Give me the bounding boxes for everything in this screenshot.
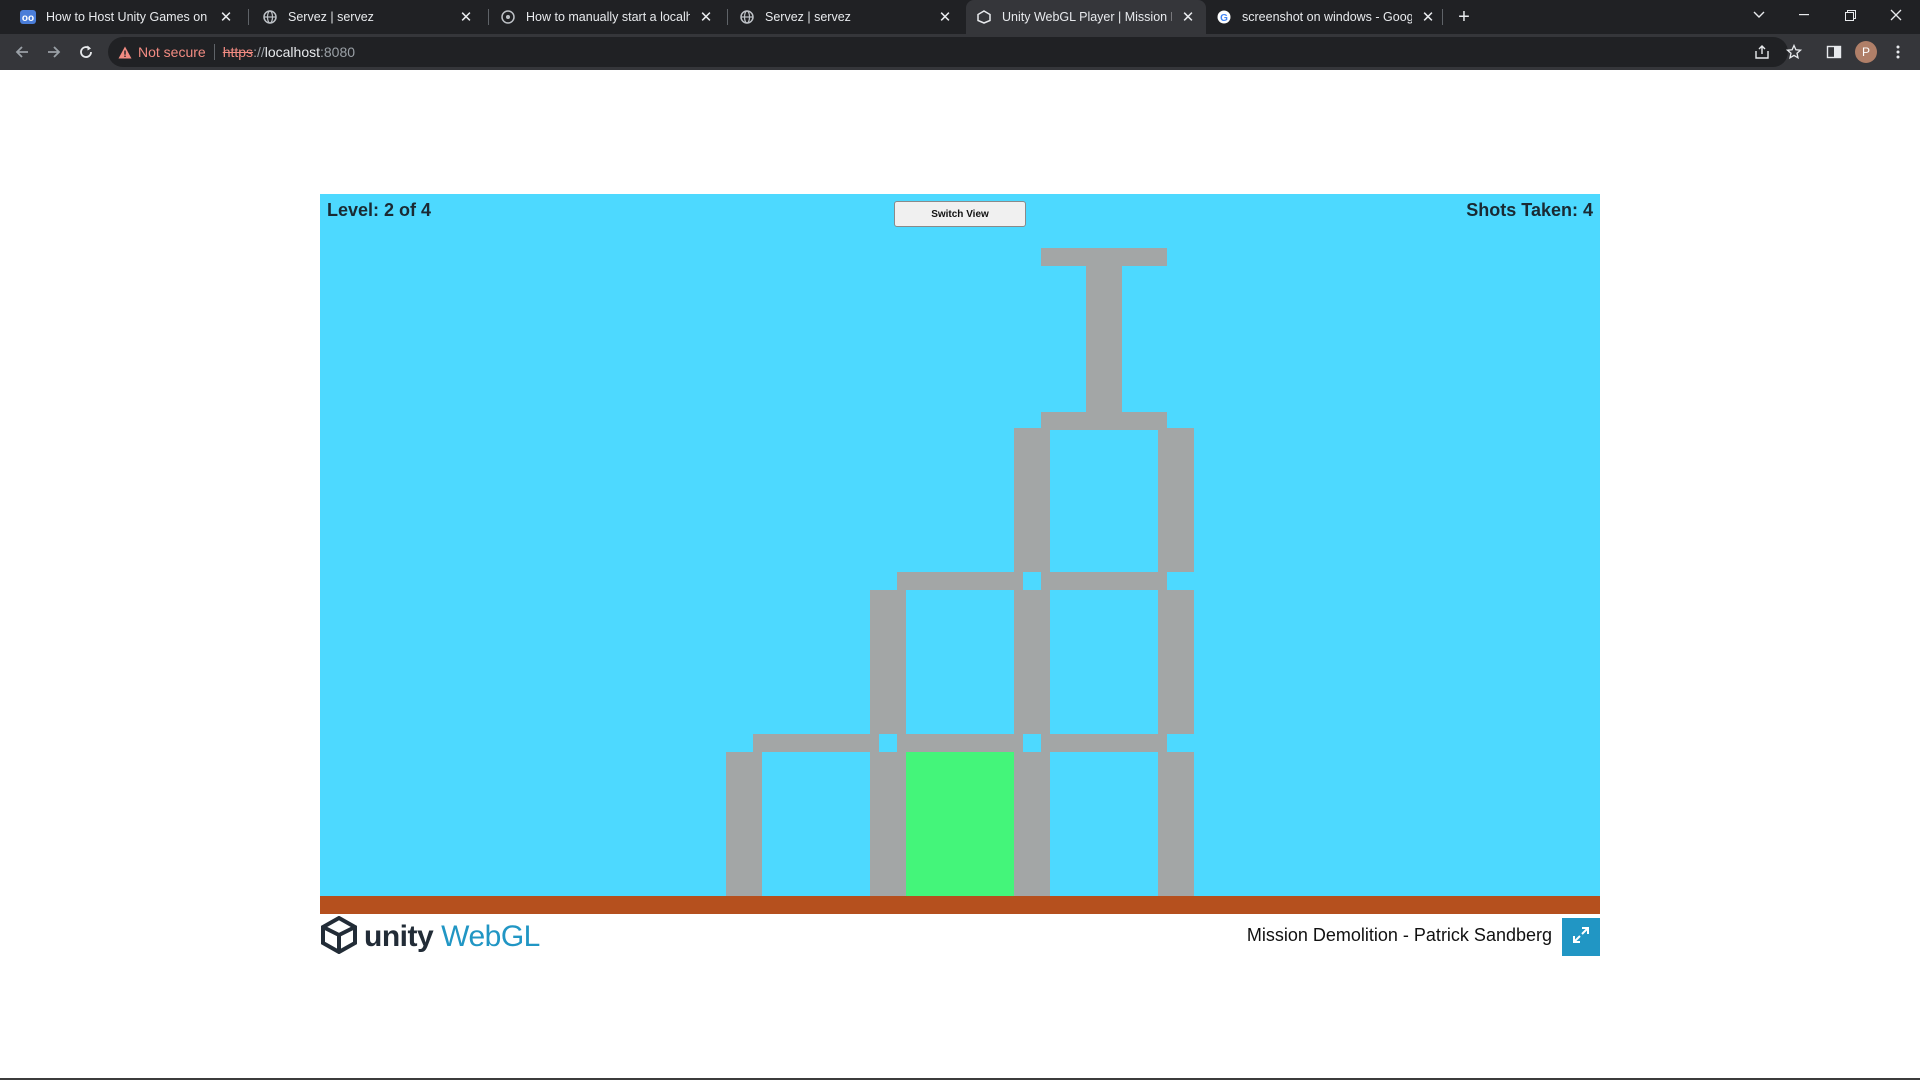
- close-icon[interactable]: ✕: [218, 9, 234, 26]
- unity-game-canvas[interactable]: Level: 2 of 4 Shots Taken: 4 Switch View: [320, 194, 1600, 914]
- castle-block-pillar: [1158, 590, 1194, 734]
- castle-block-pillar: [870, 590, 906, 734]
- castle-block-pillar: [1014, 590, 1050, 734]
- forward-button[interactable]: [40, 38, 68, 66]
- close-icon[interactable]: ✕: [937, 9, 953, 26]
- globe-icon: [262, 9, 278, 25]
- tab-title: Servez | servez: [288, 10, 374, 24]
- browser-toolbar: Not secure https://localhost:8080: [0, 34, 1920, 70]
- unity-logo-word: unity: [364, 920, 434, 953]
- unity-logo-icon: [320, 915, 358, 959]
- menu-kebab-icon[interactable]: [1884, 38, 1912, 66]
- back-button[interactable]: [8, 38, 36, 66]
- svg-text:G: G: [1220, 13, 1228, 24]
- url-scheme: https: [222, 44, 254, 60]
- close-icon[interactable]: ✕: [698, 9, 714, 26]
- tab-search-icon[interactable]: [1736, 0, 1782, 30]
- close-icon[interactable]: ✕: [1420, 9, 1436, 26]
- castle-block-plank: [897, 572, 1023, 590]
- close-icon[interactable]: ✕: [1180, 9, 1196, 26]
- tab-title: Unity WebGL Player | Mission De: [1002, 10, 1172, 24]
- tab-google-search[interactable]: G screenshot on windows - Google ✕: [1206, 0, 1446, 34]
- castle-block-pillar: [870, 752, 906, 896]
- shots-taken-counter: Shots Taken: 4: [1466, 200, 1593, 220]
- bookmark-star-icon[interactable]: [1780, 38, 1808, 66]
- castle-block-plank: [753, 734, 879, 752]
- infinity-icon: oo: [20, 9, 36, 25]
- close-icon[interactable]: ✕: [458, 9, 474, 26]
- restore-button[interactable]: [1827, 0, 1873, 30]
- castle-block-plank: [1041, 734, 1167, 752]
- tab-manual-localhost[interactable]: How to manually start a localhost ✕: [490, 0, 724, 34]
- ground: [320, 896, 1600, 914]
- castle-block-plank: [897, 734, 1023, 752]
- globe-icon: [739, 9, 755, 25]
- tab-servez-2[interactable]: Servez | servez ✕: [729, 0, 963, 34]
- castle-block-top-cap: [1041, 248, 1167, 266]
- tab-title: How to Host Unity Games on the: [46, 10, 210, 24]
- warning-icon: [118, 46, 132, 59]
- castle-block-top-pillar: [1086, 266, 1122, 418]
- reload-button[interactable]: [72, 38, 100, 66]
- castle-block-pillar: [726, 752, 762, 896]
- share-icon[interactable]: [1748, 38, 1776, 66]
- security-status[interactable]: Not secure: [138, 44, 206, 60]
- url-port: :8080: [320, 44, 356, 60]
- unity-icon: [976, 9, 992, 25]
- close-window-button[interactable]: [1873, 0, 1919, 30]
- tab-unity-webgl-player[interactable]: Unity WebGL Player | Mission De ✕: [966, 0, 1206, 34]
- url-host: localhost: [264, 44, 320, 60]
- tab-servez-1[interactable]: Servez | servez ✕: [252, 0, 484, 34]
- profile-avatar[interactable]: P: [1855, 41, 1877, 63]
- svg-text:oo: oo: [22, 13, 34, 24]
- tab-title: screenshot on windows - Google: [1242, 10, 1412, 24]
- google-icon: G: [1216, 9, 1232, 25]
- castle-block-pillar: [1158, 752, 1194, 896]
- castle-block-plank: [1041, 412, 1167, 430]
- castle-block-plank: [1041, 572, 1167, 590]
- network-icon: [500, 9, 516, 25]
- browser-tab-strip: oo How to Host Unity Games on the ✕ Serv…: [0, 0, 1920, 34]
- tab-title: Servez | servez: [765, 10, 851, 24]
- webgl-logo-word: WebGL: [441, 920, 540, 953]
- side-panel-icon[interactable]: [1820, 38, 1848, 66]
- unity-webgl-logo: unity WebGL: [320, 915, 540, 959]
- expand-icon: [1572, 926, 1590, 949]
- minimize-button[interactable]: [1781, 0, 1827, 30]
- fullscreen-button[interactable]: [1562, 918, 1600, 956]
- new-tab-button[interactable]: +: [1452, 5, 1476, 29]
- address-bar[interactable]: Not secure https://localhost:8080: [108, 37, 1788, 67]
- url-scheme-separator: ://: [253, 44, 265, 60]
- castle-block-pillar: [1158, 428, 1194, 572]
- tab-title: How to manually start a localhost: [526, 10, 690, 24]
- goal-zone: [906, 752, 1014, 896]
- game-title: Mission Demolition - Patrick Sandberg: [1246, 925, 1552, 945]
- tab-host-unity-games[interactable]: oo How to Host Unity Games on the ✕: [10, 0, 244, 34]
- castle-block-pillar: [1014, 752, 1050, 896]
- level-indicator: Level: 2 of 4: [327, 200, 432, 220]
- switch-view-button[interactable]: Switch View: [894, 201, 1026, 227]
- castle-block-pillar: [1014, 428, 1050, 572]
